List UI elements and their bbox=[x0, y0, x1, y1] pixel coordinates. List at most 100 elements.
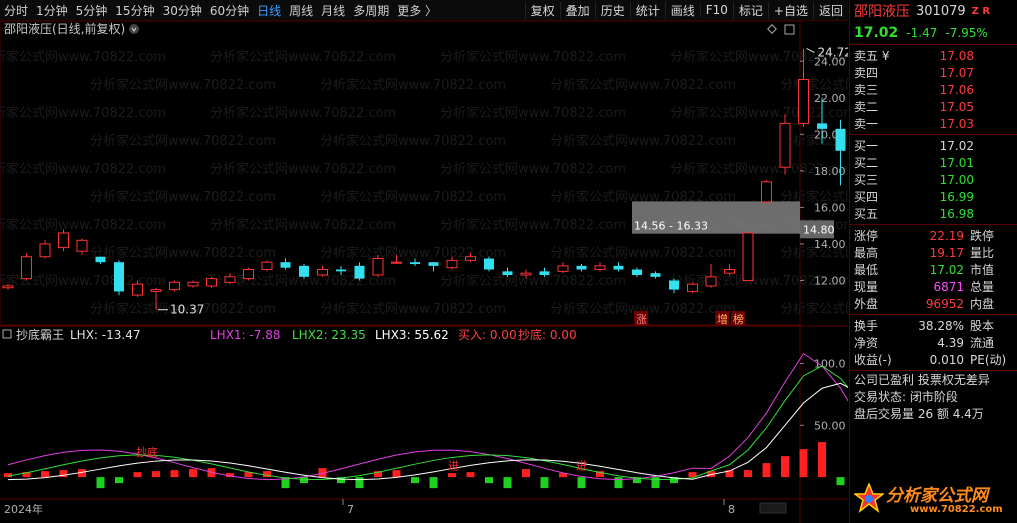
toolbar-action-8[interactable]: 返回 bbox=[812, 1, 848, 19]
toolbar-action-5[interactable]: F10 bbox=[699, 3, 733, 17]
buy-value: 买入: 0.00 bbox=[458, 328, 517, 342]
candle-body bbox=[280, 262, 291, 268]
watermark-text: 分析家公式网www.70822.com bbox=[90, 77, 276, 93]
candle-body bbox=[669, 280, 679, 290]
candle-body bbox=[354, 265, 365, 279]
candle-body bbox=[742, 232, 754, 281]
gap-label: 14.56 - 16.33 bbox=[634, 220, 708, 233]
lhx-value: LHX: -13.47 bbox=[70, 328, 140, 342]
marker-zeng: 增 bbox=[717, 312, 728, 326]
maximize-icon bbox=[784, 24, 795, 35]
candle-body bbox=[687, 283, 698, 292]
logo: 分析家公式网 www.70822.com bbox=[850, 477, 1017, 523]
last-price: 17.02 bbox=[854, 25, 899, 41]
status-note: 盘后交易量 26 额 4.4万 bbox=[854, 407, 984, 421]
watermark-text: 分析家公式网www.70822.com bbox=[440, 273, 626, 289]
hist-bar bbox=[152, 471, 160, 478]
toolbar-action-0[interactable]: 复权 bbox=[524, 1, 560, 19]
zr-badge: Z R bbox=[971, 5, 991, 17]
toolbar-action-2[interactable]: 历史 bbox=[594, 1, 630, 19]
logo-text: 分析家公式网 bbox=[886, 486, 988, 506]
candle-body bbox=[484, 258, 494, 270]
marker-zhang: 涨 bbox=[636, 313, 647, 326]
period-tab-7[interactable]: 周线 bbox=[285, 2, 317, 19]
hist-bar bbox=[448, 473, 456, 478]
lhx1-value: LHX1: -7.88 bbox=[210, 328, 280, 342]
watermark-text: 分析家公式网www.70822.com bbox=[320, 301, 506, 317]
watermark-text: 分析家公式网www.70822.com bbox=[320, 245, 506, 261]
hist-bar bbox=[799, 449, 808, 478]
candle-body bbox=[539, 271, 550, 275]
period-tab-3[interactable]: 15分钟 bbox=[111, 2, 158, 19]
watermark-text: 分析家公式网www.70822.com bbox=[0, 105, 166, 121]
candle-body bbox=[243, 269, 254, 280]
watermark-text: 分析家公式网www.70822.com bbox=[210, 217, 396, 233]
hist-bar bbox=[744, 470, 752, 478]
watermark-text: 分析家公式网www.70822.com bbox=[550, 133, 736, 149]
ask-row: 卖二 17.05 bbox=[854, 99, 974, 115]
period-tab-5[interactable]: 60分钟 bbox=[206, 2, 253, 19]
kline-chart[interactable]: 分析家公式网www.70822.com 分析家公式网www.70822.com 分析… bbox=[0, 21, 848, 523]
candle-body bbox=[798, 79, 809, 124]
watermark-text: 分析家公式网www.70822.com bbox=[440, 105, 626, 121]
ask-book: 卖五 ¥17.08 卖四 17.07 卖三 17.06 卖二 17.05 卖一 17.03 bbox=[850, 45, 1017, 135]
hist-bar bbox=[651, 477, 660, 489]
toolbar-action-7[interactable]: +自选 bbox=[767, 1, 813, 19]
scroll-handle bbox=[759, 502, 787, 514]
period-tab-2[interactable]: 5分钟 bbox=[72, 2, 112, 19]
hist-bar bbox=[411, 477, 419, 484]
candle-body bbox=[428, 262, 439, 266]
stat-row: 最高 19.17 量比 bbox=[854, 245, 995, 261]
candle-body bbox=[613, 265, 624, 270]
period-tab-0[interactable]: 分时 bbox=[0, 2, 32, 19]
status-note: 交易状态: 闭市阶段 bbox=[854, 390, 958, 404]
candle-body bbox=[58, 232, 69, 249]
candle-body bbox=[261, 261, 273, 271]
status-notes: 公司已盈利 投票权无差异 交易状态: 闭市阶段 盘后交易量 26 额 4.4万 bbox=[850, 371, 1017, 422]
lhx2-value: LHX2: 23.35 bbox=[292, 328, 366, 342]
stat-row: 换手 38.28% 股本 bbox=[854, 318, 995, 334]
stat-row: 收益(-) 0.010 PE(动) bbox=[854, 352, 1007, 368]
period-tab-10[interactable]: 更多 〉 bbox=[393, 2, 441, 19]
lhx3-line bbox=[7, 382, 848, 481]
stats-block-2: 换手 38.28% 股本 净资 4.39 流通 收益(-) 0.010 PE(动) bbox=[850, 315, 1017, 371]
candle-body bbox=[224, 276, 236, 283]
candle-body bbox=[576, 265, 587, 270]
candle-body bbox=[465, 256, 476, 261]
current-price-label: 14.80 bbox=[803, 223, 835, 236]
stat-row: 涨停 22.19 跌停 bbox=[854, 228, 995, 244]
hist-bar bbox=[133, 472, 142, 478]
ask-row: 卖四 17.07 bbox=[854, 65, 974, 81]
candle-body bbox=[594, 265, 606, 271]
watermark-text: 分析家公式网www.70822.com bbox=[440, 217, 626, 233]
watermark-text: 分析家公式网www.70822.com bbox=[0, 161, 166, 177]
stat-row: 净资 4.39 流通 bbox=[854, 335, 995, 351]
candle-body bbox=[520, 272, 532, 276]
period-tab-1[interactable]: 1分钟 bbox=[32, 2, 72, 19]
hist-bar bbox=[540, 477, 549, 489]
diamond-icon bbox=[767, 24, 777, 34]
lhx1-line bbox=[7, 352, 848, 481]
candle-body bbox=[632, 269, 642, 275]
candle-body bbox=[150, 289, 162, 292]
watermark-text: 分析家公式网www.70822.com bbox=[210, 161, 396, 177]
period-tab-6[interactable]: 日线 bbox=[253, 2, 285, 19]
watermark-text: 分析家公式网www.70822.com bbox=[780, 77, 848, 93]
marker-bang: 榜 bbox=[733, 312, 744, 326]
period-tab-4[interactable]: 30分钟 bbox=[159, 2, 206, 19]
stat-row: 外盘 96952 内盘 bbox=[854, 296, 995, 312]
logo-url: www.70822.com bbox=[910, 504, 1003, 515]
hist-bar bbox=[503, 477, 512, 489]
candle-body bbox=[779, 122, 791, 168]
hist-bar bbox=[577, 477, 586, 489]
period-tab-9[interactable]: 多周期 bbox=[349, 2, 393, 19]
toolbar-action-3[interactable]: 统计 bbox=[629, 1, 665, 19]
toolbar-action-4[interactable]: 画线 bbox=[664, 1, 700, 19]
toolbar-action-6[interactable]: 标记 bbox=[732, 1, 768, 19]
candle-body bbox=[446, 259, 458, 269]
hist-bar bbox=[781, 456, 789, 478]
period-tab-8[interactable]: 月线 bbox=[317, 2, 349, 19]
x-label-year: 2024年 bbox=[4, 502, 43, 516]
toolbar-action-1[interactable]: 叠加 bbox=[559, 1, 595, 19]
y-tick-label: 22.00 bbox=[814, 92, 846, 105]
